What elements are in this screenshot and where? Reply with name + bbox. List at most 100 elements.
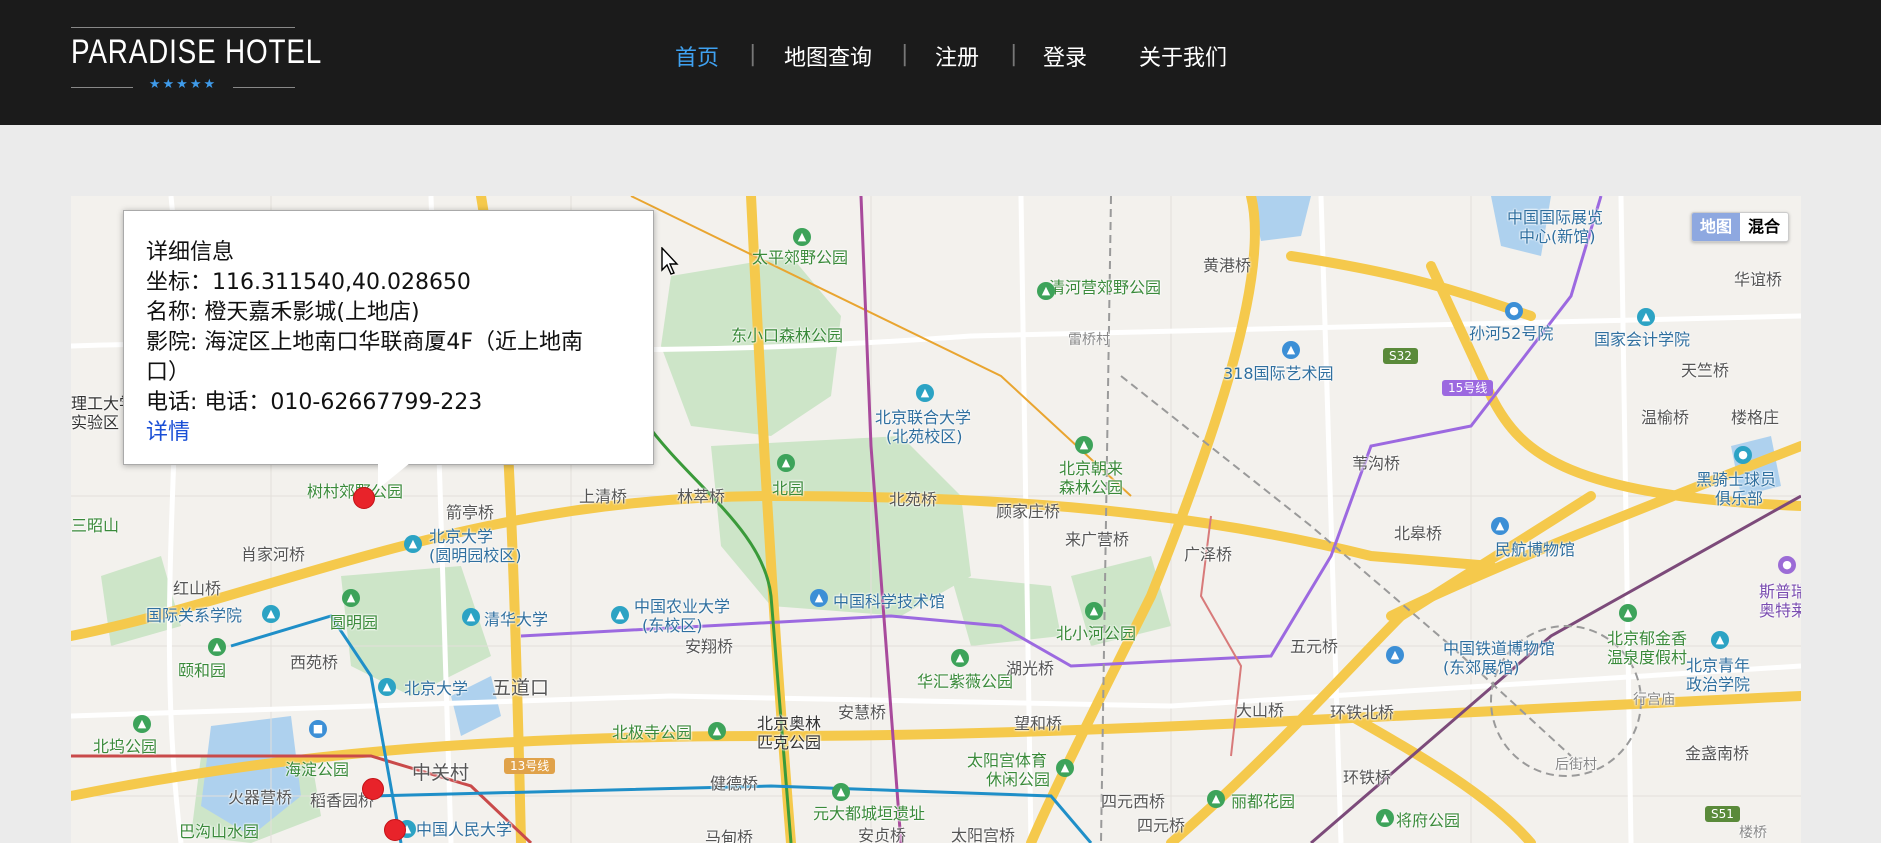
label-aviation-museum: 民航博物馆	[1495, 540, 1576, 559]
label-beigao-bridge: 北皋桥	[1394, 524, 1443, 543]
school-icon: ▲	[462, 608, 480, 626]
museum-icon: ▲	[810, 589, 828, 607]
museum-icon: ▲	[1282, 341, 1300, 359]
road-shield-line13: 13号线	[504, 758, 556, 774]
school-icon: ▲	[1637, 308, 1655, 326]
museum-icon: ▲	[1386, 646, 1404, 664]
label-houjie-village: 后街村	[1555, 757, 1597, 773]
park-icon: ▲	[1376, 809, 1394, 827]
label-sanzhao-mountain: 三昭山	[71, 516, 120, 535]
label-tsinghua: 清华大学	[484, 610, 549, 629]
label-pku-yuanmingyuan: 北京大学	[429, 527, 494, 546]
label-expo-center: 中国国际展览	[1507, 208, 1604, 227]
nav-login[interactable]: 登录	[1043, 40, 1087, 72]
label-anhui-bridge: 安慧桥	[838, 703, 887, 722]
road-shield-line15: 15号线	[1442, 380, 1494, 396]
label-beilian-univ: 北京联合大学	[875, 408, 972, 427]
park-icon: ▲	[793, 228, 811, 246]
label-318-art-park: 318国际艺术园	[1223, 364, 1334, 383]
logo-text: PARADISE HOTEL	[71, 33, 323, 71]
label-yuanmingyuan: 圆明园	[330, 613, 379, 632]
label-beiwu-park: 北坞公园	[93, 737, 158, 756]
school-icon: ▲	[262, 605, 280, 623]
label-beiyuan: 北园	[772, 479, 805, 498]
label-yiheyuan: 颐和园	[178, 661, 227, 680]
label-cau: 中国农业大学	[634, 597, 731, 616]
label-bagou-shanshui: 巴沟山水园	[179, 822, 260, 841]
label-taiyanggong-bridge: 太阳宫桥	[951, 826, 1016, 843]
nav-home[interactable]: 首页	[675, 40, 719, 72]
park-icon: ▲	[208, 638, 226, 656]
label-taiping-park: 太平郊野公园	[752, 248, 849, 267]
school-icon: ▲	[378, 678, 396, 696]
label-science-museum: 中国科学技术馆	[833, 592, 946, 611]
label-jiangfu-park: 将府公园	[1396, 811, 1461, 830]
label-xiyuan-bridge: 西苑桥	[290, 653, 339, 672]
label-anxiang-bridge: 安翔桥	[685, 637, 734, 656]
label-zhongguancun: 中关村	[412, 762, 470, 784]
label-spring-outlet-2: 奥特莱	[1759, 601, 1801, 620]
label-huantie-bridge: 环铁桥	[1343, 768, 1392, 787]
building-icon: ●	[1505, 302, 1523, 320]
cinema-marker[interactable]	[362, 778, 384, 800]
info-window-content: 详细信息 坐标：116.311540,40.028650 名称: 橙天嘉禾影城(…	[146, 238, 616, 448]
nav-separator: |	[749, 42, 757, 67]
label-olympic-park: 北京奥林	[757, 714, 822, 733]
label-xiaojiahe-bridge: 肖家河桥	[241, 545, 306, 564]
map-type-hybrid-button[interactable]: 混合	[1740, 213, 1788, 241]
label-jianting-bridge: 箭亭桥	[446, 503, 495, 522]
label-dongxiaokou-park: 东小口森林公园	[731, 326, 844, 345]
park-icon: ▲	[1207, 790, 1225, 808]
label-taiyanggong-sports: 太阳宫体育	[967, 751, 1048, 770]
label-lidu-garden: 丽都花园	[1231, 792, 1296, 811]
label-huahui-ziwei-park: 华汇紫薇公园	[917, 672, 1014, 691]
logo-top-rule	[71, 27, 295, 28]
label-shiyan: 实验区	[71, 413, 120, 432]
label-huayi-bridge: 华谊桥	[1734, 270, 1783, 289]
label-wanghe-bridge: 望和桥	[1014, 714, 1063, 733]
label-national-accounting: 国家会计学院	[1594, 330, 1691, 349]
label-taiyanggong-park: 休闲公园	[986, 770, 1051, 789]
label-tulip-resort-2: 温泉度假村	[1607, 648, 1688, 667]
label-beilian-campus: (北苑校区)	[886, 427, 963, 446]
cinema-marker[interactable]	[353, 487, 375, 509]
label-siyuan-west-bridge: 四元西桥	[1101, 792, 1166, 811]
label-tulip-resort: 北京郁金香	[1607, 629, 1688, 648]
label-huoqiying-bridge: 火器营桥	[228, 788, 293, 807]
label-intl-relations: 国际关系学院	[146, 606, 243, 625]
label-lou-bridge: 楼桥	[1739, 825, 1767, 841]
park-icon: ▲	[832, 783, 850, 801]
label-huantie-north: 环铁北桥	[1330, 703, 1395, 722]
label-hongshan-bridge: 红山桥	[173, 579, 222, 598]
info-coordinate: 坐标：116.311540,40.028650	[146, 270, 471, 295]
nav-map-search[interactable]: 地图查询	[784, 40, 872, 72]
label-pku: 北京大学	[404, 679, 469, 698]
info-window: 详细信息 坐标：116.311540,40.028650 名称: 橙天嘉禾影城(…	[123, 210, 654, 465]
park-icon: ▲	[133, 715, 151, 733]
map-type-map-button[interactable]: 地图	[1691, 213, 1740, 241]
label-black-knight-club: 黑骑士球员	[1696, 470, 1777, 489]
logo-right-rule	[233, 87, 295, 88]
park-icon: ▲	[708, 722, 726, 740]
label-yuandadu-relic: 元大都城垣遗址	[813, 804, 926, 823]
nav-register[interactable]: 注册	[935, 40, 979, 72]
label-olympic-park-2: 匹克公园	[757, 733, 822, 752]
label-youth-college: 北京青年	[1686, 656, 1751, 675]
label-youth-college-2: 政治学院	[1686, 675, 1751, 694]
road-shield-s32: S32	[1383, 348, 1418, 364]
school-icon: ▲	[1711, 631, 1729, 649]
label-lougezhuang: 楼格庄	[1731, 408, 1780, 427]
label-beixiaohe-park: 北小河公园	[1056, 624, 1137, 643]
label-gujiazhuang-bridge: 顾家庄桥	[996, 502, 1061, 521]
info-phone: 电话: 电话：010-62667799-223	[146, 390, 483, 415]
label-shangqing-bridge: 上清桥	[579, 487, 628, 506]
info-details-link[interactable]: 详情	[146, 418, 616, 448]
park-icon: ▲	[342, 589, 360, 607]
park-icon: ▲	[1619, 604, 1637, 622]
label-wudaokou: 五道口	[492, 677, 550, 699]
nav-about-us[interactable]: 关于我们	[1139, 40, 1227, 72]
cinema-marker[interactable]	[384, 819, 406, 841]
hotel-logo[interactable]: PARADISE HOTEL ★★★★★	[71, 27, 323, 93]
label-railway-museum: 中国铁道博物馆	[1443, 639, 1556, 658]
info-cinema-address: 影院: 海淀区上地南口华联商厦4F（近上地南口）	[146, 330, 584, 385]
